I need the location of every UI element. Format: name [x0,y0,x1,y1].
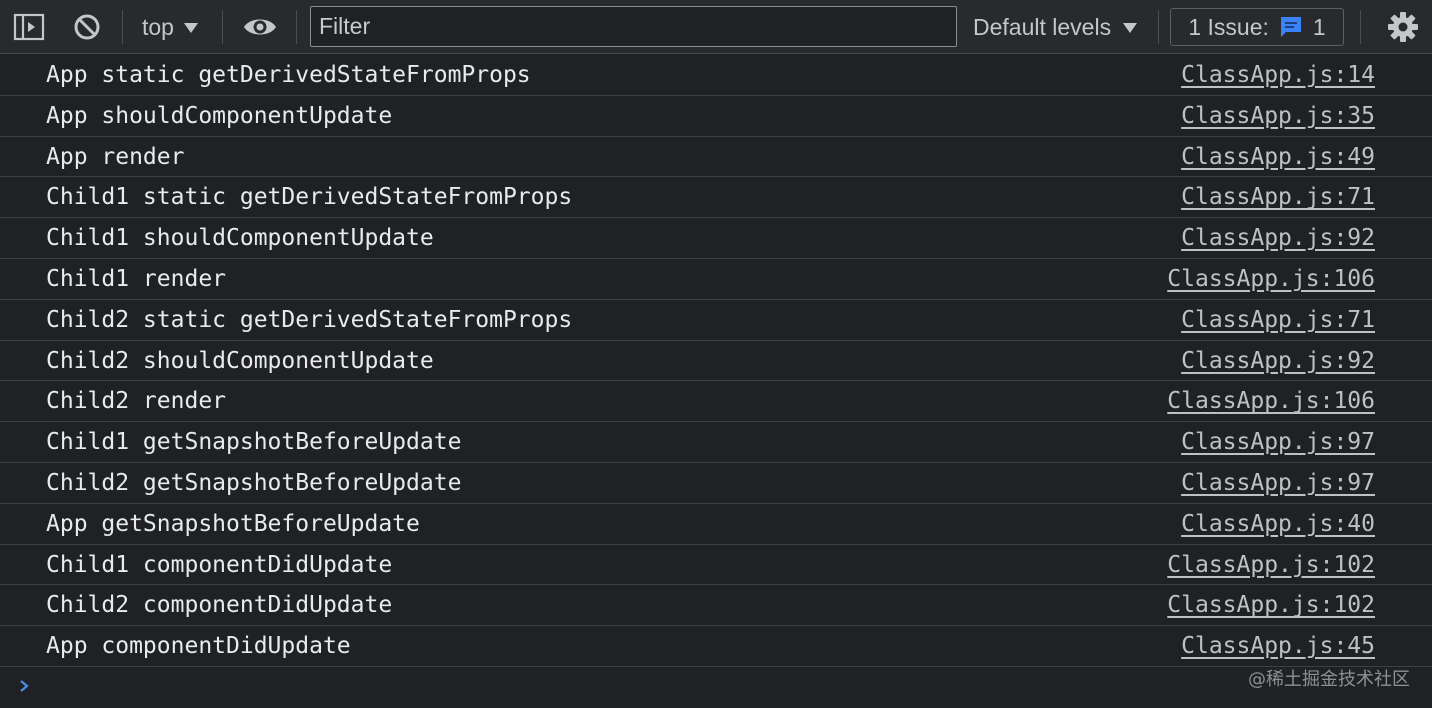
source-link[interactable]: ClassApp.js:92 [1181,225,1375,251]
console-message-row: App getSnapshotBeforeUpdate ClassApp.js:4… [0,504,1432,545]
filter-input[interactable] [310,6,957,47]
source-link[interactable]: ClassApp.js:92 [1181,348,1375,374]
console-message-text: Child2 getSnapshotBeforeUpdate [46,469,462,496]
toolbar-divider [296,10,297,44]
issues-count: 1 [1312,13,1326,40]
console-message-row: Child1 getSnapshotBeforeUpdate ClassApp.j… [0,422,1432,463]
context-selector[interactable]: top [142,10,198,44]
eye-icon [244,19,276,35]
console-message-row: Child2 shouldComponentUpdate ClassApp.js:… [0,341,1432,382]
source-link[interactable]: ClassApp.js:49 [1181,144,1375,170]
console-message-row: Child1 static getDerivedStateFromProps Cl… [0,177,1432,219]
sidebar-toggle-button[interactable] [12,12,46,42]
issue-message-icon [1280,17,1301,37]
source-link[interactable]: ClassApp.js:71 [1181,307,1375,333]
caret-down-icon [1123,23,1138,33]
console-message-row: Child2 getSnapshotBeforeUpdate ClassApp.j… [0,463,1432,504]
console-message-text: Child1 render [46,265,227,292]
source-link[interactable]: ClassApp.js:106 [1167,388,1375,414]
clear-console-button[interactable] [70,10,104,44]
console-message-row: App shouldComponentUpdate ClassApp.js:35 [0,96,1432,137]
console-message-text: Child1 shouldComponentUpdate [46,225,434,252]
gear-icon [1388,12,1418,42]
toolbar-divider [222,10,223,44]
source-link[interactable]: ClassApp.js:45 [1181,633,1375,659]
console-message-row: Child2 componentDidUpdate ClassApp.js:102 [0,585,1432,627]
console-message-text: App render [46,143,185,170]
source-link[interactable]: ClassApp.js:106 [1167,266,1375,292]
console-message-text: Child2 shouldComponentUpdate [46,347,434,374]
sidebar-toggle-icon [13,13,45,41]
log-levels-label: Default levels [973,13,1112,40]
log-levels-dropdown[interactable]: Default levels [973,10,1138,44]
console-message-text: App getSnapshotBeforeUpdate [46,510,420,537]
toolbar-divider [1158,10,1159,44]
source-link[interactable]: ClassApp.js:40 [1181,511,1375,537]
live-expression-button[interactable] [240,10,280,44]
source-link[interactable]: ClassApp.js:71 [1181,184,1375,210]
console-message-text: Child1 static getDerivedStateFromProps [46,184,573,211]
watermark: @稀土掘金技术社区 [1248,669,1410,690]
console-toolbar: top Default levels 1 Issue: 1 [0,0,1432,54]
console-message-row: Child2 render ClassApp.js:106 [0,381,1432,423]
source-link[interactable]: ClassApp.js:102 [1167,552,1375,578]
console-message-text: App shouldComponentUpdate [46,102,393,129]
console-message-row: Child2 static getDerivedStateFromProps Cl… [0,300,1432,341]
caret-down-icon [183,23,198,33]
toolbar-divider [122,10,123,44]
console-message-row: Child1 render ClassApp.js:106 [0,259,1432,300]
toolbar-divider [1360,10,1361,44]
console-message-row: App render ClassApp.js:49 [0,137,1432,178]
console-settings-button[interactable] [1385,9,1421,45]
console-message-row: App componentDidUpdate ClassApp.js:45 [0,626,1432,667]
console-message-text: App componentDidUpdate [46,633,351,660]
source-link[interactable]: ClassApp.js:97 [1181,470,1375,496]
issues-label: 1 Issue: [1188,13,1269,40]
console-message-text: Child2 static getDerivedStateFromProps [46,306,573,333]
console-message-row: Child1 shouldComponentUpdate ClassApp.js:… [0,218,1432,259]
console-prompt[interactable] [14,674,34,698]
source-link[interactable]: ClassApp.js:97 [1181,429,1375,455]
context-label: top [142,13,174,40]
source-link[interactable]: ClassApp.js:102 [1167,592,1375,618]
console-message-row: App static getDerivedStateFromProps Class… [0,55,1432,96]
console-message-row: Child1 componentDidUpdate ClassApp.js:102 [0,545,1432,586]
chevron-right-icon [20,680,29,692]
console-messages: App static getDerivedStateFromProps Class… [0,55,1432,667]
clear-console-icon [74,14,100,40]
issues-button[interactable]: 1 Issue: 1 [1170,8,1344,46]
source-link[interactable]: ClassApp.js:14 [1181,62,1375,88]
console-message-text: Child1 getSnapshotBeforeUpdate [46,429,462,456]
console-message-text: Child1 componentDidUpdate [46,551,393,578]
console-message-text: Child2 componentDidUpdate [46,592,393,619]
source-link[interactable]: ClassApp.js:35 [1181,103,1375,129]
console-message-text: App static getDerivedStateFromProps [46,62,531,88]
console-message-text: Child2 render [46,388,227,415]
